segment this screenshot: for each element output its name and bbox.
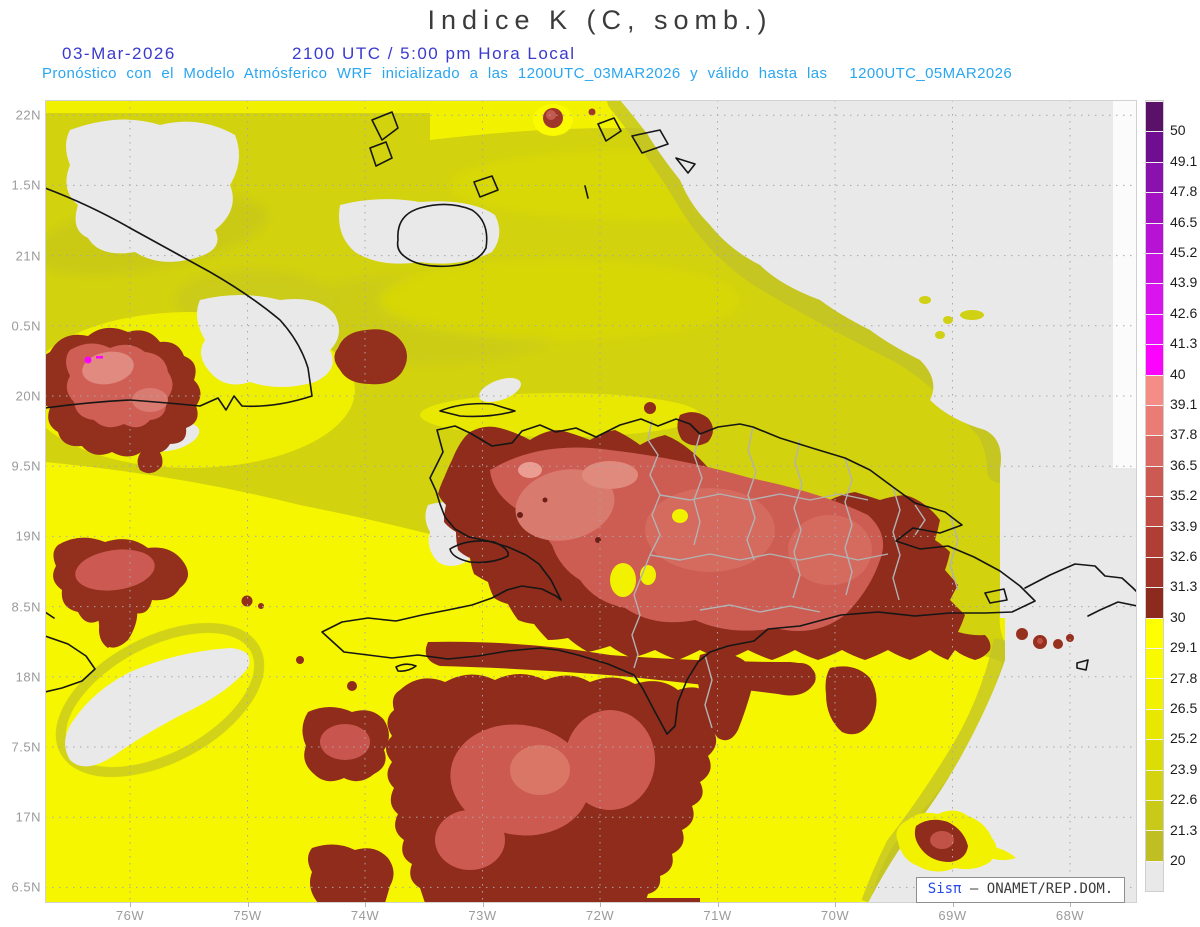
colorbar-swatch	[1146, 678, 1163, 709]
lat-tick-label: 18N	[15, 669, 41, 685]
lat-tick-label: 8.5N	[11, 599, 41, 615]
credits-separator: –	[969, 881, 979, 897]
colorbar-swatch	[1146, 648, 1163, 679]
colorbar-swatch	[1146, 769, 1163, 800]
colorbar-tick-label: 26.5	[1170, 700, 1198, 716]
lat-tick-label: 1.5N	[11, 177, 41, 193]
colorbar-tick-label: 50	[1170, 122, 1186, 139]
lat-tick-label: 20N	[15, 388, 41, 404]
lon-tick-label: 70W	[820, 908, 850, 923]
colorbar-swatch	[1146, 252, 1163, 284]
colorbar-swatch	[1146, 222, 1163, 253]
lon-tick	[717, 902, 719, 907]
colorbar-tick-label: 32.6	[1170, 548, 1198, 564]
colorbar-tick-label: 30	[1170, 608, 1186, 625]
colorbar-swatch	[1146, 161, 1163, 193]
colorbar-swatch	[1146, 344, 1163, 375]
lat-tick-label: 22N	[15, 107, 41, 123]
colorbar-tick-label: 42.6	[1170, 304, 1198, 321]
colorbar-swatch	[1146, 556, 1163, 588]
colorbar-swatch	[1146, 131, 1163, 162]
lon-tick-label: 73W	[468, 908, 497, 923]
model-subtitle: Pronóstico con el Modelo Atmósferico WRF…	[42, 65, 1152, 82]
colorbar-tick-label: 39.1	[1170, 396, 1198, 412]
colorbar-swatch	[1146, 283, 1163, 314]
lon-tick-label: 74W	[350, 908, 380, 923]
colorbar-tick-label: 21.3	[1170, 821, 1198, 838]
colorbar-swatch	[1146, 404, 1163, 436]
model-subtitle-text: Pronóstico con el Modelo Atmósferico WRF…	[42, 65, 828, 82]
lon-tick-label: 68W	[1055, 908, 1085, 923]
lon-tick-label: 69W	[938, 908, 967, 923]
lat-tick-label: 7.5N	[11, 739, 41, 755]
colorbar-tick-label: 47.8	[1170, 183, 1198, 200]
k-index-colorbar: 50 49.1 47.8 46.5 45.2 43.9 42.6 41.3 40 39.1 37.8…	[1145, 100, 1200, 893]
forecast-hour: 2100 UTC / 5:00 pm Hora Local	[292, 44, 576, 63]
colorbar-tick-label: 29.1	[1170, 639, 1198, 656]
lon-tick-label: 72W	[585, 908, 615, 923]
colorbar-swatch	[1146, 830, 1163, 861]
colorbar-swatch	[1146, 708, 1163, 740]
colorbar-swatch	[1146, 313, 1163, 345]
sispi-logo-text: Sisπ	[927, 881, 962, 897]
colorbar-swatch	[1146, 799, 1163, 831]
colorbar-tick-label: 46.5	[1170, 213, 1198, 230]
forecast-map-page: Indice K (C, somb.) 03-Mar-2026 2100 UTC…	[0, 0, 1200, 927]
forecast-date: 03-Mar-2026	[62, 44, 176, 63]
lon-tick	[482, 902, 484, 907]
page-title: Indice K (C, somb.)	[427, 5, 773, 35]
lat-tick-label: 21N	[15, 248, 41, 264]
colorbar-swatches	[1145, 100, 1164, 893]
colorbar-swatch	[1146, 374, 1163, 405]
colorbar-tick-label: 22.6	[1170, 791, 1198, 808]
colorbar-swatch	[1146, 435, 1163, 466]
colorbar-swatch	[1146, 526, 1163, 557]
map-plot-area	[45, 100, 1137, 903]
lat-tick-label: 19N	[15, 528, 41, 544]
colorbar-tick-label: 35.2	[1170, 487, 1198, 504]
lat-tick-label: 0.5N	[11, 318, 41, 334]
colorbar-tick-label: 20	[1170, 852, 1186, 868]
lat-tick-label: 9.5N	[11, 458, 41, 474]
lon-tick	[247, 902, 249, 907]
colorbar-swatch	[1146, 465, 1163, 497]
colorbar-tick-label: 40	[1170, 365, 1186, 382]
valid-until-text: 1200UTC_05MAR2026	[849, 65, 1013, 82]
lon-tick	[600, 902, 601, 907]
colorbar-tick-label: 36.5	[1170, 456, 1198, 473]
colorbar-tick-label: 23.9	[1170, 760, 1198, 777]
colorbar-swatch	[1146, 101, 1163, 132]
colorbar-tick-label: 27.8	[1170, 669, 1198, 686]
colorbar-swatch	[1146, 587, 1163, 618]
lon-tick-label: 71W	[703, 908, 732, 923]
colorbar-tick-label: 43.9	[1170, 274, 1198, 291]
lon-tick-label: 75W	[233, 908, 262, 923]
colorbar-tick-label: 49.1	[1170, 152, 1198, 169]
lon-tick	[365, 902, 366, 907]
lon-tick-label: 76W	[115, 908, 145, 923]
colorbar-swatch	[1146, 739, 1163, 770]
lon-tick	[130, 902, 131, 907]
colorbar-swatch	[1146, 860, 1163, 892]
k-index-map	[45, 100, 1137, 903]
lon-tick	[835, 902, 836, 907]
lat-tick-label: 6.5N	[11, 879, 41, 895]
credits-org: ONAMET/REP.DOM.	[986, 881, 1114, 897]
colorbar-tick-label: 25.2	[1170, 730, 1198, 747]
colorbar-tick-label: 31.3	[1170, 578, 1198, 595]
colorbar-tick-label: 41.3	[1170, 335, 1198, 352]
colorbar-tick-label: 37.8	[1170, 426, 1198, 443]
k40-magenta-spot	[84, 356, 92, 364]
colorbar-swatch	[1146, 496, 1163, 527]
colorbar-swatch	[1146, 617, 1163, 649]
colorbar-swatch	[1146, 192, 1163, 223]
colorbar-tick-label: 45.2	[1170, 244, 1198, 260]
credits-box: Sisπ – ONAMET/REP.DOM.	[916, 877, 1125, 903]
lat-tick-label: 17N	[15, 809, 41, 825]
colorbar-tick-label: 33.9	[1170, 517, 1198, 534]
